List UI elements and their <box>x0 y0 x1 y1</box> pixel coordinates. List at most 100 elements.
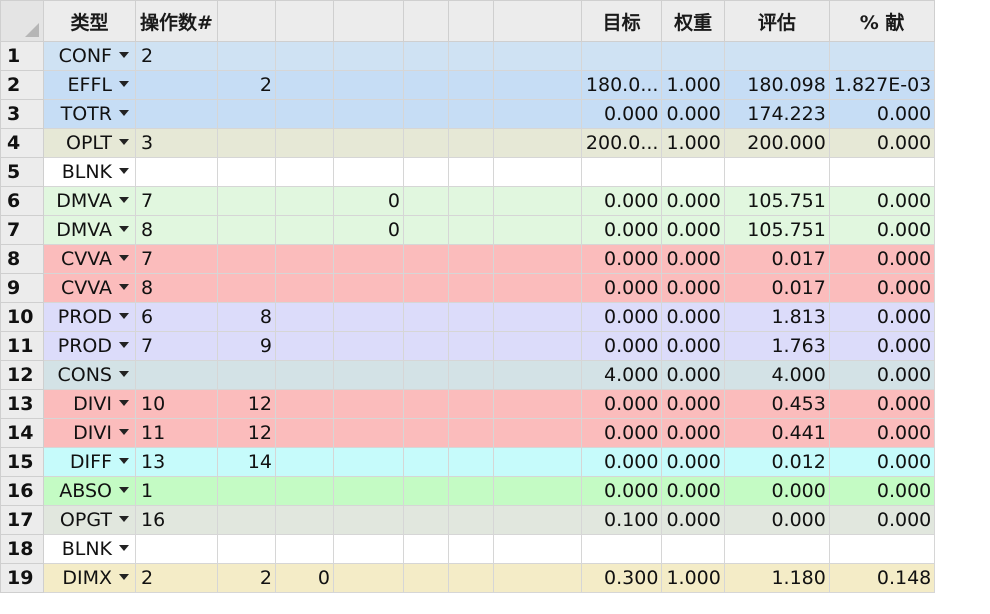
cell-py[interactable] <box>447 360 494 390</box>
dropdown-arrow-icon[interactable] <box>119 312 129 319</box>
column-header-target[interactable]: 目标 <box>580 0 663 42</box>
cell-int1[interactable]: 7 <box>135 244 218 274</box>
cell-value[interactable]: 0.453 <box>723 389 830 419</box>
cell-value[interactable] <box>723 157 830 187</box>
row-number[interactable]: 15 <box>0 447 44 477</box>
cell-px[interactable] <box>402 534 449 564</box>
cell-contrib[interactable]: 0.000 <box>828 389 936 419</box>
column-header-contrib[interactable]: % 献 <box>828 0 936 42</box>
cell-target[interactable]: 180.0... <box>580 70 663 100</box>
cell-py[interactable] <box>447 534 494 564</box>
cell-px[interactable] <box>402 447 449 477</box>
cell-value[interactable]: 0.012 <box>723 447 830 477</box>
cell-py[interactable] <box>447 70 494 100</box>
cell-weight[interactable]: 0.000 <box>661 215 725 245</box>
cell-px[interactable] <box>402 70 449 100</box>
row-number[interactable]: 17 <box>0 505 44 535</box>
cell-hx[interactable] <box>274 99 334 129</box>
cell-extra[interactable] <box>492 99 582 129</box>
operand-row[interactable]: 14 DIVI 11 12 0.000 0.000 0.441 0.000 <box>0 418 936 448</box>
cell-py[interactable] <box>447 331 494 361</box>
cell-int2[interactable]: 9 <box>216 331 276 361</box>
operand-type-dropdown[interactable]: DIVI <box>43 389 136 419</box>
cell-extra[interactable] <box>492 505 582 535</box>
cell-hy[interactable]: 0 <box>332 186 404 216</box>
operand-type-dropdown[interactable]: DIFF <box>43 447 136 477</box>
cell-int1[interactable] <box>135 70 218 100</box>
cell-extra[interactable] <box>492 157 582 187</box>
operand-row[interactable]: 4 OPLT 3 200.0... 1.000 200.000 0.000 <box>0 128 936 158</box>
cell-hy[interactable] <box>332 476 404 506</box>
column-header-col8[interactable] <box>492 0 582 42</box>
row-number[interactable]: 12 <box>0 360 44 390</box>
operand-row[interactable]: 12 CONS 4.000 0.000 4.000 0.000 <box>0 360 936 390</box>
cell-contrib[interactable]: 0.000 <box>828 418 936 448</box>
operand-type-dropdown[interactable]: DMVA <box>43 215 136 245</box>
operand-row[interactable]: 16 ABSO 1 0.000 0.000 0.000 0.000 <box>0 476 936 506</box>
cell-px[interactable] <box>402 331 449 361</box>
cell-py[interactable] <box>447 128 494 158</box>
cell-py[interactable] <box>447 215 494 245</box>
column-header-operand[interactable]: 操作数# <box>135 0 218 42</box>
cell-contrib[interactable]: 0.000 <box>828 244 936 274</box>
cell-target[interactable]: 0.000 <box>580 331 663 361</box>
cell-value[interactable]: 4.000 <box>723 360 830 390</box>
dropdown-arrow-icon[interactable] <box>119 573 129 580</box>
cell-hy[interactable] <box>332 563 404 593</box>
cell-extra[interactable] <box>492 244 582 274</box>
operand-row[interactable]: 2 EFFL 2 180.0... 1.000 180.098 1.827E-03 <box>0 70 936 100</box>
cell-extra[interactable] <box>492 447 582 477</box>
cell-px[interactable] <box>402 244 449 274</box>
cell-weight[interactable]: 0.000 <box>661 99 725 129</box>
cell-py[interactable] <box>447 99 494 129</box>
dropdown-arrow-icon[interactable] <box>119 428 129 435</box>
cell-py[interactable] <box>447 447 494 477</box>
column-header-value[interactable]: 评估 <box>723 0 830 42</box>
cell-contrib[interactable]: 0.000 <box>828 360 936 390</box>
dropdown-arrow-icon[interactable] <box>119 544 129 551</box>
cell-int2[interactable] <box>216 128 276 158</box>
cell-int2[interactable] <box>216 360 276 390</box>
row-number[interactable]: 18 <box>0 534 44 564</box>
cell-target[interactable]: 0.000 <box>580 447 663 477</box>
column-header-col4[interactable] <box>274 0 334 42</box>
cell-int2[interactable] <box>216 215 276 245</box>
cell-int2[interactable] <box>216 505 276 535</box>
cell-value[interactable]: 1.813 <box>723 302 830 332</box>
cell-value[interactable]: 0.017 <box>723 273 830 303</box>
cell-hx[interactable] <box>274 389 334 419</box>
cell-int1[interactable] <box>135 157 218 187</box>
cell-contrib[interactable]: 0.000 <box>828 99 936 129</box>
row-number[interactable]: 5 <box>0 157 44 187</box>
operand-type-dropdown[interactable]: PROD <box>43 331 136 361</box>
cell-int1[interactable]: 16 <box>135 505 218 535</box>
cell-hx[interactable] <box>274 128 334 158</box>
dropdown-arrow-icon[interactable] <box>119 283 129 290</box>
operand-type-dropdown[interactable]: ABSO <box>43 476 136 506</box>
cell-extra[interactable] <box>492 186 582 216</box>
dropdown-arrow-icon[interactable] <box>119 341 129 348</box>
cell-value[interactable]: 0.017 <box>723 244 830 274</box>
cell-weight[interactable]: 0.000 <box>661 360 725 390</box>
cell-target[interactable]: 0.000 <box>580 186 663 216</box>
cell-int2[interactable] <box>216 41 276 71</box>
cell-hx[interactable] <box>274 215 334 245</box>
cell-int1[interactable] <box>135 99 218 129</box>
cell-target[interactable]: 0.100 <box>580 505 663 535</box>
operand-type-dropdown[interactable]: BLNK <box>43 534 136 564</box>
cell-extra[interactable] <box>492 360 582 390</box>
cell-extra[interactable] <box>492 273 582 303</box>
cell-int1[interactable]: 6 <box>135 302 218 332</box>
cell-int2[interactable] <box>216 157 276 187</box>
cell-hx[interactable] <box>274 244 334 274</box>
cell-value[interactable]: 1.180 <box>723 563 830 593</box>
row-number[interactable]: 7 <box>0 215 44 245</box>
cell-target[interactable]: 0.000 <box>580 99 663 129</box>
operand-row[interactable]: 8 CVVA 7 0.000 0.000 0.017 0.000 <box>0 244 936 274</box>
cell-px[interactable] <box>402 186 449 216</box>
cell-contrib[interactable]: 0.000 <box>828 447 936 477</box>
cell-value[interactable]: 0.000 <box>723 505 830 535</box>
cell-weight[interactable]: 0.000 <box>661 186 725 216</box>
cell-px[interactable] <box>402 157 449 187</box>
cell-py[interactable] <box>447 389 494 419</box>
